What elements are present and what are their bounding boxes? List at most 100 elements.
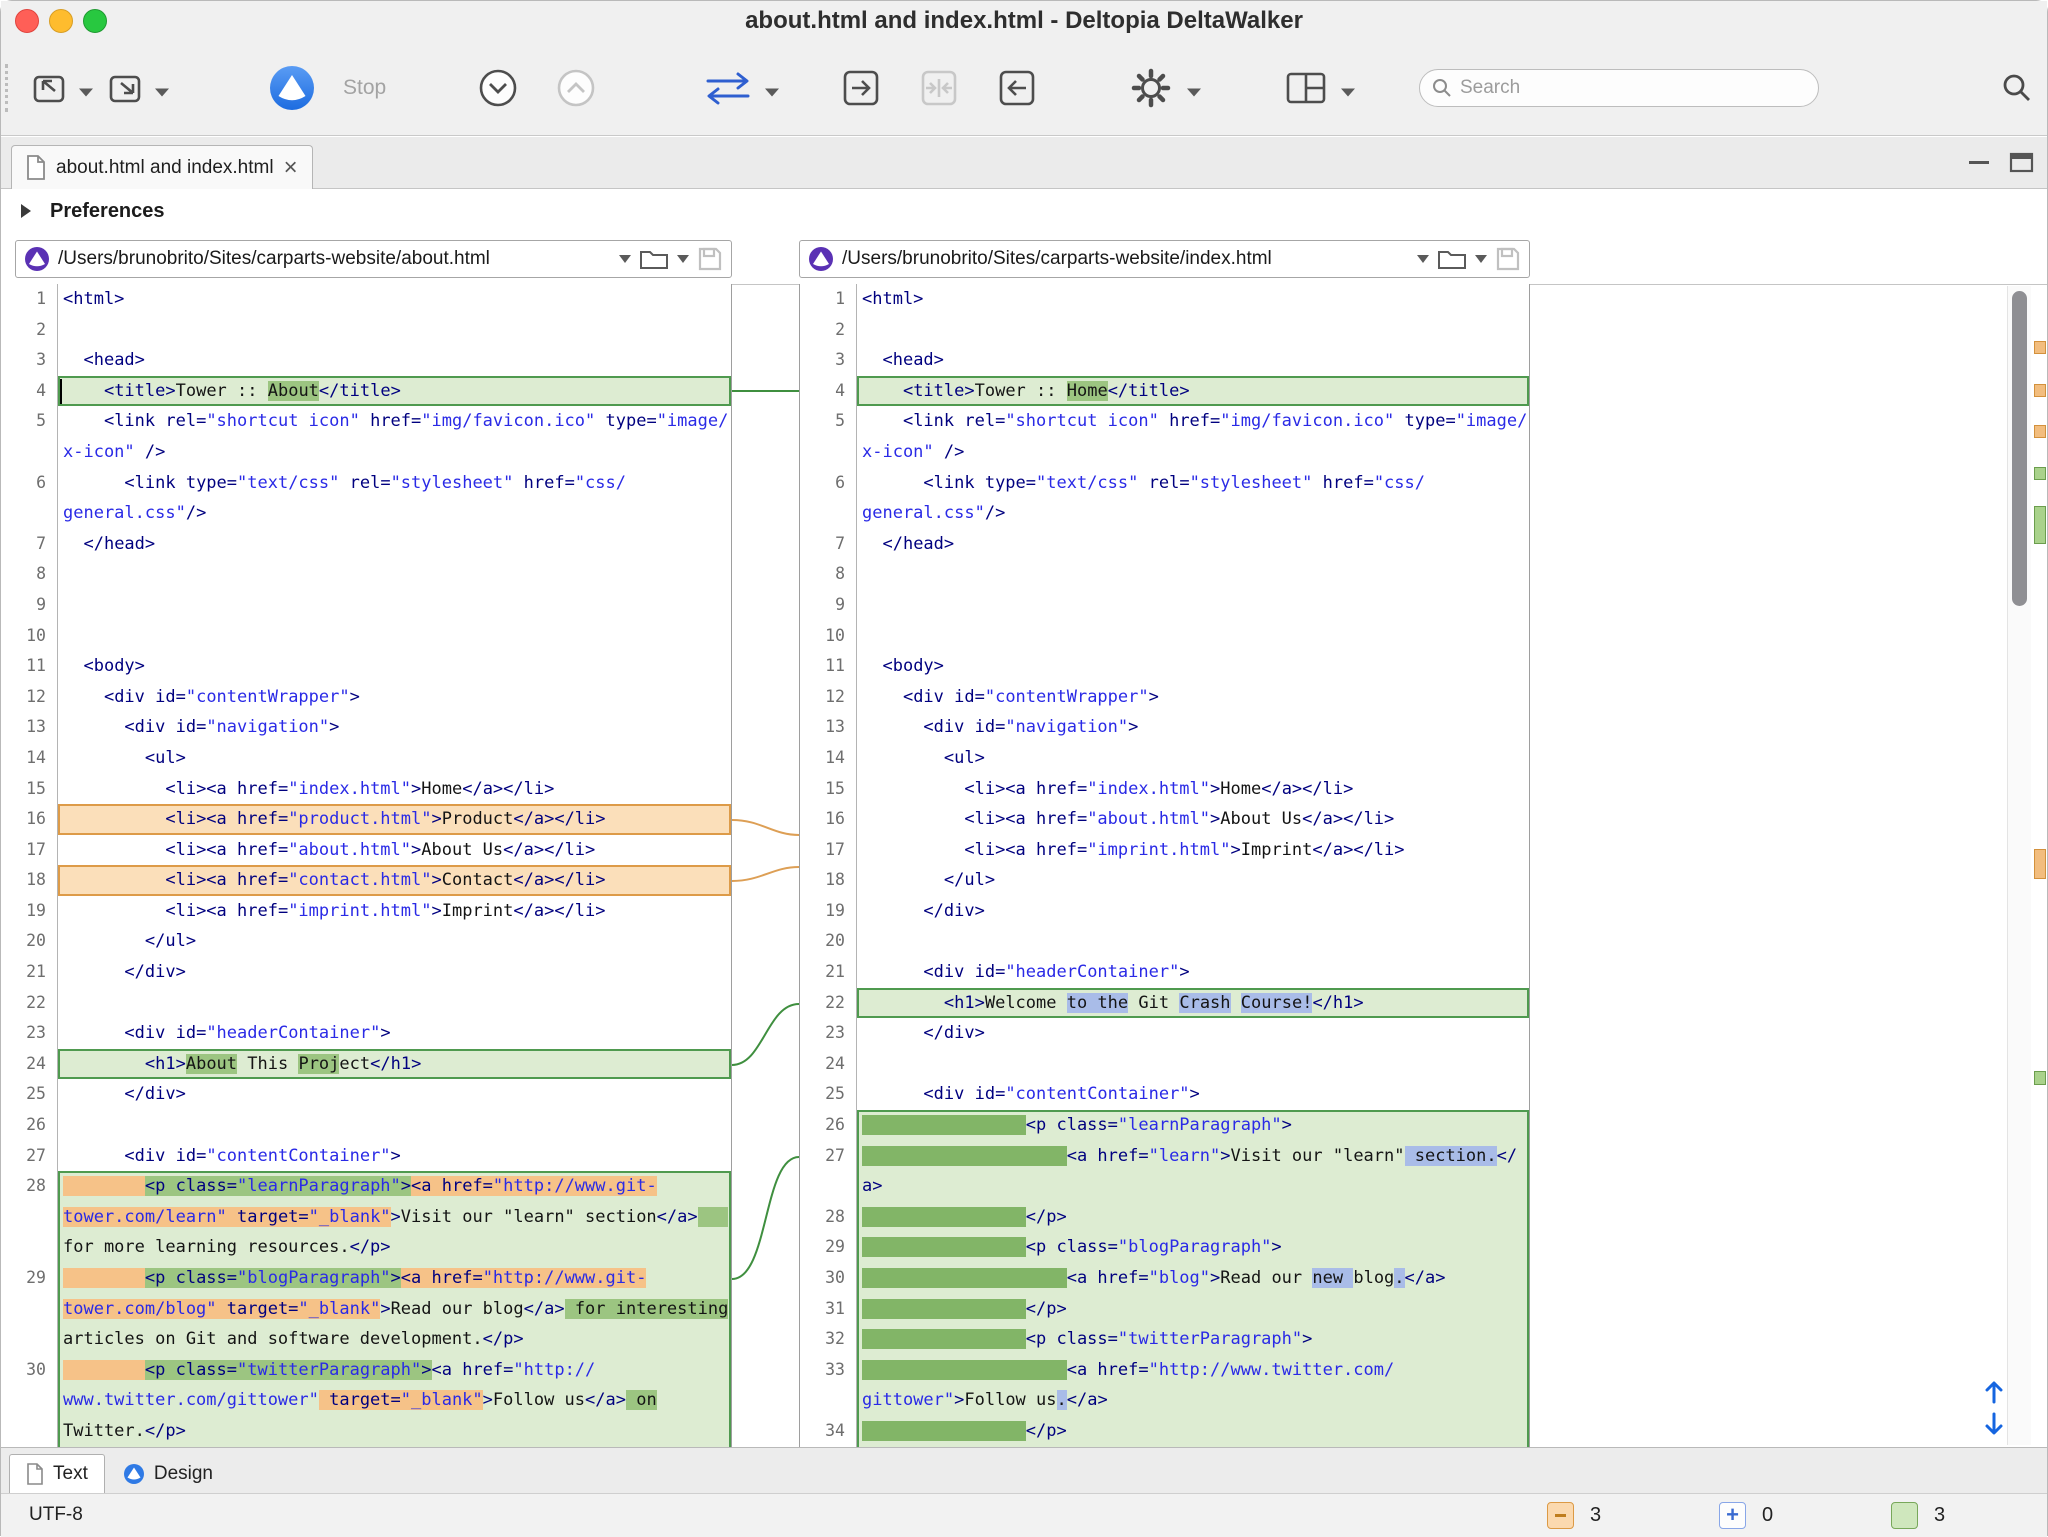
code-line[interactable]: 13 <div id="navigation">	[800, 712, 1529, 743]
code-line[interactable]: general.css"/>	[1, 498, 731, 529]
previous-difference-button[interactable]	[554, 66, 598, 110]
right-folder-icon[interactable]	[1437, 247, 1467, 271]
code-line[interactable]: 16 <li><a href="product.html">Product</a…	[1, 804, 731, 835]
code-line[interactable]: 15 <li><a href="index.html">Home</a></li…	[800, 774, 1529, 805]
code-line[interactable]: 4 <title>Tower :: About</title>	[1, 376, 731, 407]
disclosure-triangle-icon[interactable]	[21, 204, 38, 218]
code-line[interactable]: 12 <div id="contentWrapper">	[1, 682, 731, 713]
diff-marker[interactable]	[2034, 506, 2046, 544]
code-line[interactable]: 10	[1, 621, 731, 652]
code-line[interactable]: 23 <div id="headerContainer">	[1, 1018, 731, 1049]
code-line[interactable]: 9	[800, 590, 1529, 621]
left-folder-icon[interactable]	[639, 247, 669, 271]
vertical-scrollbar[interactable]	[2007, 286, 2031, 1445]
tab-close-icon[interactable]: ×	[284, 158, 298, 178]
code-line[interactable]: 26	[1, 1110, 731, 1141]
diff-marker[interactable]	[2034, 467, 2046, 480]
scrollbar-thumb[interactable]	[2012, 291, 2027, 606]
code-line[interactable]: 3 <head>	[1, 345, 731, 376]
code-line[interactable]: tower.com/learn" target="_blank">Visit o…	[1, 1202, 731, 1233]
copy-to-left-button[interactable]	[995, 66, 1039, 110]
diff-marker[interactable]	[2034, 341, 2046, 354]
code-line[interactable]: 8	[1, 559, 731, 590]
left-path-dropdown-icon[interactable]	[619, 255, 631, 269]
code-line[interactable]: for more learning resources.</p>	[1, 1232, 731, 1263]
code-line[interactable]: 26 <p class="learnParagraph">	[800, 1110, 1529, 1141]
diff-marker[interactable]	[2034, 425, 2046, 438]
code-line[interactable]: 3 <head>	[800, 345, 1529, 376]
code-line[interactable]: 13 <div id="navigation">	[1, 712, 731, 743]
code-line[interactable]: 1<html>	[1, 284, 731, 315]
copy-to-right-button[interactable]	[839, 66, 883, 110]
code-line[interactable]: Twitter.</p>	[1, 1416, 731, 1447]
maximize-view-icon[interactable]	[2009, 151, 2035, 175]
code-line[interactable]: 5 <link rel="shortcut icon" href="img/fa…	[1, 406, 731, 437]
code-line[interactable]: 23 </div>	[800, 1018, 1529, 1049]
find-button[interactable]	[2001, 72, 2033, 104]
open-first-dropdown-caret[interactable]	[79, 89, 93, 104]
diff-marker[interactable]	[2034, 849, 2046, 879]
tab-text-view[interactable]: Text	[9, 1454, 105, 1493]
code-line[interactable]: 20	[800, 926, 1529, 957]
left-save-icon[interactable]	[697, 246, 723, 272]
code-line[interactable]: 11 <body>	[1, 651, 731, 682]
code-line[interactable]: 5 <link rel="shortcut icon" href="img/fa…	[800, 406, 1529, 437]
right-save-icon[interactable]	[1495, 246, 1521, 272]
right-folder-dropdown-icon[interactable]	[1475, 255, 1487, 269]
code-line[interactable]: 9	[1, 590, 731, 621]
code-line[interactable]: 31 </p>	[800, 1294, 1529, 1325]
code-line[interactable]: 32 <p class="twitterParagraph">	[800, 1324, 1529, 1355]
next-difference-button[interactable]	[476, 66, 520, 110]
code-line[interactable]: 30 <p class="twitterParagraph"><a href="…	[1, 1355, 731, 1386]
compare-button[interactable]	[269, 65, 315, 111]
right-path-dropdown-icon[interactable]	[1417, 255, 1429, 269]
code-line[interactable]: x-icon" />	[800, 437, 1529, 468]
stop-button[interactable]: Stop	[343, 76, 386, 100]
toolbar-drag-handle[interactable]	[5, 64, 11, 112]
settings-dropdown-caret[interactable]	[1187, 89, 1201, 104]
code-line[interactable]: 24 <h1>About This Project</h1>	[1, 1049, 731, 1080]
open-second-dropdown-caret[interactable]	[155, 89, 169, 104]
code-line[interactable]: 19 <li><a href="imprint.html">Imprint</a…	[1, 896, 731, 927]
minimize-view-icon[interactable]	[1969, 161, 1989, 164]
code-line[interactable]: 14 <ul>	[1, 743, 731, 774]
code-line[interactable]: 28 <p class="learnParagraph"><a href="ht…	[1, 1171, 731, 1202]
code-line[interactable]: 2	[1, 315, 731, 346]
code-line[interactable]: 2	[800, 315, 1529, 346]
code-line[interactable]: 6 <link type="text/css" rel="stylesheet"…	[800, 468, 1529, 499]
code-line[interactable]: 7 </head>	[800, 529, 1529, 560]
layout-button[interactable]	[1283, 67, 1329, 109]
code-line[interactable]: 17 <li><a href="imprint.html">Imprint</a…	[800, 835, 1529, 866]
merge-button[interactable]	[917, 66, 961, 110]
code-line[interactable]: 7 </head>	[1, 529, 731, 560]
preferences-section[interactable]: Preferences	[1, 189, 2047, 233]
code-line[interactable]: 30 <a href="blog">Read our new blog.</a>	[800, 1263, 1529, 1294]
right-editor-pane[interactable]: 1<html>23 <head>4 <title>Tower :: Home</…	[799, 284, 1530, 1447]
settings-button[interactable]	[1129, 66, 1173, 110]
code-line[interactable]: 1<html>	[800, 284, 1529, 315]
layout-dropdown-caret[interactable]	[1341, 89, 1355, 104]
diff-marker[interactable]	[2034, 1071, 2046, 1085]
code-line[interactable]: 21 <div id="headerContainer">	[800, 957, 1529, 988]
diff-marker[interactable]	[2034, 384, 2046, 397]
code-line[interactable]: 4 <title>Tower :: Home</title>	[800, 376, 1529, 407]
code-line[interactable]: 25 </div>	[1, 1079, 731, 1110]
code-line[interactable]: 18 </ul>	[800, 865, 1529, 896]
left-path-field[interactable]: /Users/brunobrito/Sites/carparts-website…	[15, 240, 732, 278]
overview-ruler[interactable]	[2033, 284, 2048, 1447]
search-input[interactable]: Search	[1419, 69, 1819, 107]
code-line[interactable]: 21 </div>	[1, 957, 731, 988]
code-line[interactable]: 27 <a href="learn">Visit our "learn" sec…	[800, 1141, 1529, 1172]
right-path-field[interactable]: /Users/brunobrito/Sites/carparts-website…	[799, 240, 1530, 278]
code-line[interactable]: 25 <div id="contentContainer">	[800, 1079, 1529, 1110]
scroll-up-arrow-icon[interactable]	[1981, 1379, 2007, 1405]
code-line[interactable]: a>	[800, 1171, 1529, 1202]
code-line[interactable]: 8	[800, 559, 1529, 590]
code-line[interactable]: 22 <h1>Welcome to the Git Crash Course!<…	[800, 988, 1529, 1019]
code-line[interactable]: gittower">Follow us.</a>	[800, 1385, 1529, 1416]
tab-design-view[interactable]: Design	[107, 1454, 229, 1493]
open-second-file-button[interactable]	[103, 65, 149, 111]
code-line[interactable]: 27 <div id="contentContainer">	[1, 1141, 731, 1172]
swap-dropdown-caret[interactable]	[765, 89, 779, 104]
code-line[interactable]: tower.com/blog" target="_blank">Read our…	[1, 1294, 731, 1325]
